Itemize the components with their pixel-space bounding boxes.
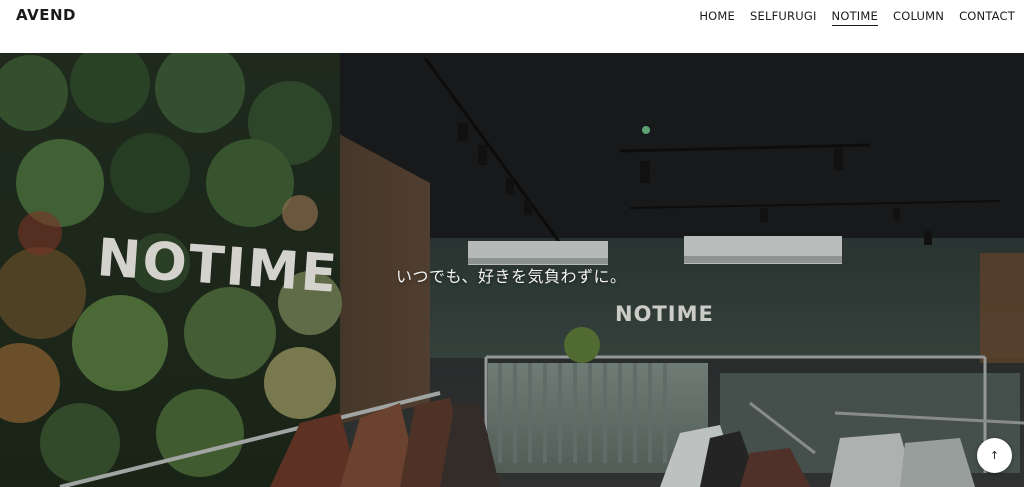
nav-item-column[interactable]: COLUMN (893, 9, 944, 26)
nav-item-notime[interactable]: NOTIME (831, 9, 878, 26)
nav-item-home[interactable]: HOME (699, 9, 735, 26)
nav-item-contact[interactable]: CONTACT (959, 9, 1015, 26)
arrow-up-icon: ↑ (989, 449, 1000, 462)
site-header: AVEND HOME SELFURUGI NOTIME COLUMN CONTA… (0, 0, 1024, 53)
site-logo[interactable]: AVEND (16, 6, 76, 24)
back-to-top-button[interactable]: ↑ (977, 438, 1012, 473)
hero-section: NOTIME NOTIME いつでも、好きを気負わずに。 ↑ (0, 53, 1024, 487)
nav-item-selfurugi[interactable]: SELFURUGI (750, 9, 817, 26)
main-nav: HOME SELFURUGI NOTIME COLUMN CONTACT (699, 9, 1015, 26)
hero-tagline: いつでも、好きを気負わずに。 (396, 267, 627, 286)
